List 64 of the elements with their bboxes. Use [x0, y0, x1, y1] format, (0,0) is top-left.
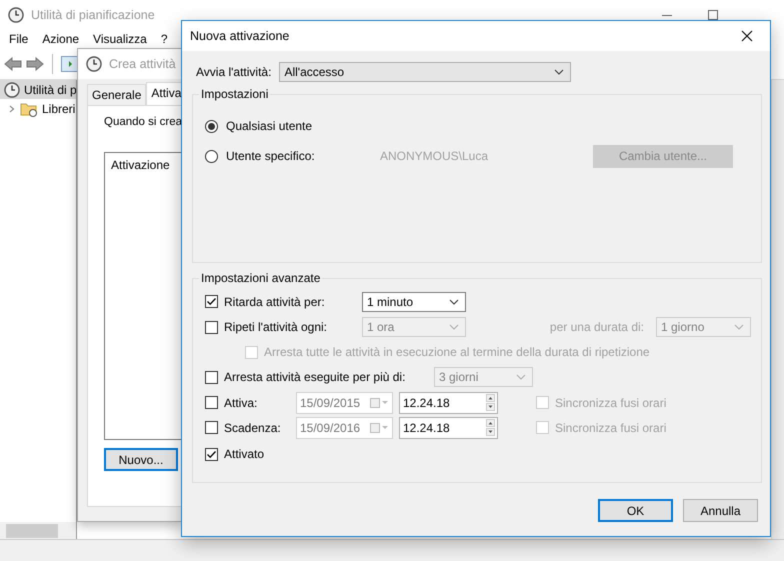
checkbox-label: Sincronizza fusi orari [555, 396, 666, 410]
back-arrow-icon[interactable] [4, 57, 22, 71]
checkbox-label: Arresta tutte le attività in esecuzione al termine della durata di ripetizione [264, 345, 650, 359]
window-title: Utilità di pianificazione [31, 8, 155, 22]
radio-label: Qualsiasi utente [226, 119, 312, 133]
checkbox[interactable] [205, 448, 218, 460]
radio-label: Utente specifico: [226, 149, 316, 163]
group-title: Impostazioni avanzate [200, 271, 322, 285]
spinner-icon[interactable] [486, 394, 495, 411]
checkbox-label: Ripeti l'attività ogni: [224, 320, 328, 334]
tab[interactable]: Attiva [146, 82, 182, 105]
user-account: ANONYMOUS\Luca [380, 149, 488, 163]
forward-arrow-icon[interactable] [26, 57, 44, 71]
panel-icon[interactable] [61, 56, 79, 72]
checkbox-label: Attiva: [224, 396, 258, 410]
field-label: Avvia l'attività: [196, 65, 272, 79]
time-field[interactable]: 12.24.18 [399, 392, 498, 414]
checkbox[interactable] [205, 396, 218, 409]
new-button[interactable]: Nuovo... [104, 448, 178, 471]
window-title: Crea attività [109, 57, 176, 71]
checkbox[interactable] [205, 295, 218, 308]
cancel-button[interactable]: Annulla [683, 499, 758, 522]
tree-item[interactable]: Utilità di p [0, 80, 76, 99]
radio-button[interactable] [205, 150, 218, 162]
radio-button[interactable] [205, 120, 218, 132]
chevron-down-icon [449, 324, 459, 330]
column-header: Attivazione [111, 158, 170, 172]
clock-icon [4, 82, 20, 98]
checkbox-label: Scadenza: [224, 420, 282, 434]
checkbox[interactable] [205, 421, 218, 434]
checkbox-label: Sincronizza fusi orari [555, 420, 666, 434]
checkbox-label: Arresta attività eseguite per più di: [224, 370, 406, 384]
checkbox[interactable] [205, 370, 218, 384]
group-title: Impostazioni [200, 87, 270, 101]
chevron-down-icon [734, 324, 744, 330]
expand-caret-icon[interactable] [8, 104, 16, 112]
description-text: Quando si crea [104, 116, 182, 128]
ok-button[interactable]: OK [598, 499, 673, 522]
maximize-icon[interactable] [708, 10, 718, 20]
folder-clock-icon [20, 100, 38, 116]
field-label: per una durata di: [550, 320, 644, 334]
time-field[interactable]: 12.24.18 [399, 416, 498, 438]
chevron-down-icon [449, 298, 459, 304]
date-field[interactable]: 15/09/2016 [296, 416, 393, 438]
dialog-title: Nuova attivazione [190, 29, 290, 43]
chevron-down-icon [554, 69, 564, 75]
clock-icon [8, 7, 24, 23]
menu-item[interactable]: ? [160, 32, 168, 47]
dropdown[interactable]: 1 minuto [362, 292, 466, 312]
close-icon [741, 30, 753, 42]
clock-icon [86, 56, 102, 72]
chevron-down-icon [516, 374, 526, 380]
menu-item[interactable]: Visualizza [93, 32, 147, 47]
minimize-icon[interactable] [662, 14, 672, 16]
checkbox-label: Ritarda attività per: [224, 294, 326, 308]
date-field[interactable]: 15/09/2015 [296, 392, 393, 414]
menu-item[interactable]: Azione [42, 32, 80, 47]
menu-item[interactable]: File [9, 32, 28, 47]
spinner-icon[interactable] [486, 419, 495, 436]
tree-item[interactable]: Libreri [0, 99, 76, 118]
checkbox[interactable] [205, 320, 218, 334]
checkbox-label: Attivato [224, 447, 264, 461]
tab[interactable]: Generale [87, 84, 146, 105]
dropdown[interactable]: All'accesso [279, 62, 572, 82]
